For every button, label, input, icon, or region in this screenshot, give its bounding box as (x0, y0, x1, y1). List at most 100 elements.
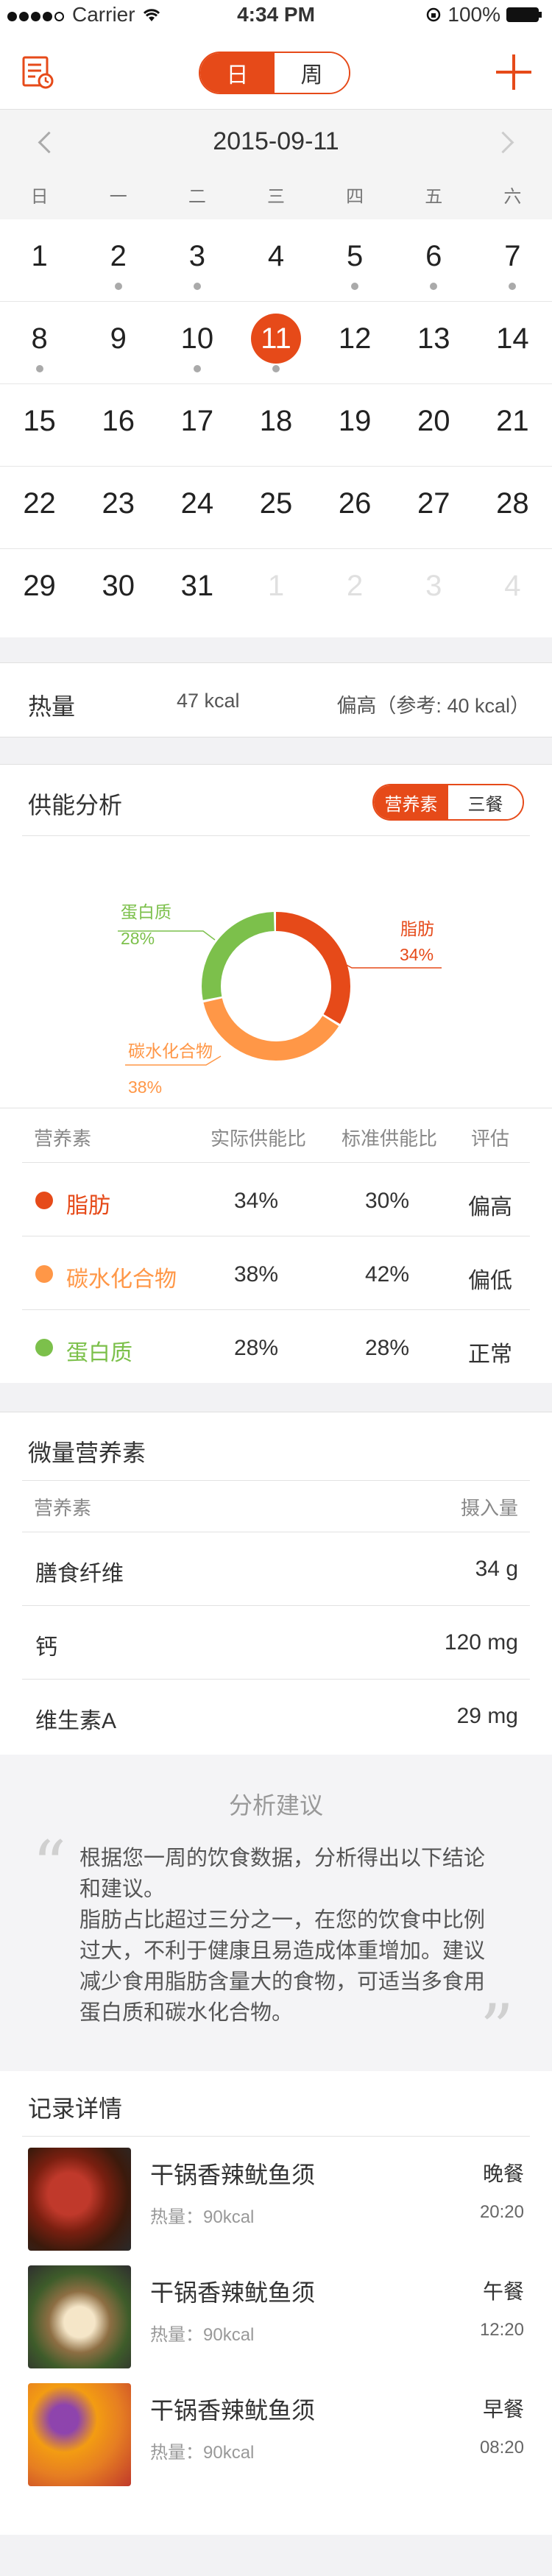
table-header: 标准供能比 (342, 1128, 438, 1150)
table-header: 摄入量 (460, 1497, 518, 1519)
calendar-day[interactable]: 5 (316, 219, 394, 301)
calendar-day[interactable]: 7 (473, 219, 552, 301)
calendar-day[interactable]: 28 (473, 467, 552, 548)
row-actual: 28% (234, 1336, 279, 1360)
calendar-day[interactable]: 23 (79, 467, 158, 548)
orientation-lock-icon (427, 7, 441, 22)
calorie-label: 热量 (28, 693, 76, 720)
record-item[interactable]: 干锅香辣鱿鱼须 热量：90kcal 午餐 12:20 (0, 2254, 552, 2371)
food-calorie: 热量：90kcal (150, 2325, 255, 2345)
day-number: 16 (102, 405, 135, 437)
day-number: 19 (338, 405, 372, 437)
divider (22, 1679, 530, 1680)
record-item[interactable]: 干锅香辣鱿鱼须 热量：90kcal 早餐 08:20 (0, 2371, 552, 2489)
calendar-day[interactable]: 15 (0, 384, 79, 466)
day-number: 20 (417, 405, 450, 437)
food-name: 干锅香辣鱿鱼须 (150, 2162, 316, 2188)
calendar-day[interactable]: 25 (236, 467, 315, 548)
date-navigator: 2015-09-11 (0, 109, 552, 176)
calendar-day[interactable]: 27 (394, 467, 473, 548)
calendar-day[interactable]: 10 (158, 302, 236, 383)
record-details: 记录详情 干锅香辣鱿鱼须 热量：90kcal 晚餐 20:20 干锅香辣鱿鱼须 … (0, 2071, 552, 2535)
nav-bar: 日 周 (0, 29, 552, 109)
slice-value: 28% (121, 929, 155, 948)
day-number: 28 (496, 487, 529, 520)
day-number: 4 (504, 570, 521, 602)
calendar-day[interactable]: 16 (79, 384, 158, 466)
row-eval: 偏低 (468, 1269, 512, 1293)
day-number: 4 (267, 240, 285, 272)
calendar-day[interactable]: 12 (316, 302, 394, 383)
table-header: 实际供能比 (210, 1128, 307, 1150)
protein-color-dot (35, 1339, 53, 1356)
weekday-label: 六 (503, 187, 522, 207)
table-header: 营养素 (34, 1128, 92, 1150)
slice-value: 38% (128, 1078, 162, 1097)
calendar-day[interactable]: 19 (316, 384, 394, 466)
calendar-day[interactable]: 24 (158, 467, 236, 548)
calendar-day[interactable]: 1 (0, 219, 79, 301)
tab-day[interactable]: 日 (200, 53, 275, 93)
calendar-day[interactable]: 31 (158, 549, 236, 637)
food-calorie: 热量：90kcal (150, 2443, 255, 2463)
record-list-icon[interactable] (22, 56, 54, 90)
calendar-day[interactable]: 9 (79, 302, 158, 383)
divider (22, 1162, 530, 1163)
open-quote-icon: “ (32, 1827, 67, 1904)
slice-label: 碳水化合物 (128, 1041, 213, 1061)
calendar-day[interactable]: 18 (236, 384, 315, 466)
calendar-day[interactable]: 20 (394, 384, 473, 466)
slice-label: 脂肪 (400, 919, 434, 938)
calendar-day[interactable]: 4 (236, 219, 315, 301)
calendar-day[interactable]: 26 (316, 467, 394, 548)
advice-line: 过大，不利于健康且易造成体重增加。建议 (79, 1939, 486, 1963)
day-number: 31 (180, 570, 214, 602)
plus-icon[interactable] (493, 52, 534, 93)
section-title: 记录详情 (28, 2095, 123, 2122)
calendar-day[interactable]: 29 (0, 549, 79, 637)
tab-meals[interactable]: 三餐 (448, 785, 523, 819)
day-number: 25 (259, 487, 293, 520)
advice-line: 蛋白质和碳水化合物。 (79, 2001, 294, 2025)
calendar-day[interactable]: 2 (79, 219, 158, 301)
micro-amount: 34 g (475, 1557, 518, 1581)
day-number: 5 (347, 240, 364, 272)
meal-type: 早餐 (482, 2398, 524, 2421)
tab-week[interactable]: 周 (275, 53, 349, 93)
divider (22, 1309, 530, 1310)
record-dot (193, 283, 201, 290)
food-calorie: 热量：90kcal (150, 2207, 255, 2227)
food-image (28, 2383, 131, 2486)
calendar-day-next-month: 2 (316, 549, 394, 637)
divider (22, 1605, 530, 1606)
day-number: 29 (23, 570, 56, 602)
micro-name: 膳食纤维 (35, 1562, 124, 1586)
calendar-day[interactable]: 17 (158, 384, 236, 466)
calorie-value: 47 kcal (177, 690, 240, 712)
food-name: 干锅香辣鱿鱼须 (150, 2279, 316, 2306)
record-item[interactable]: 干锅香辣鱿鱼须 热量：90kcal 晚餐 20:20 (0, 2136, 552, 2254)
calendar-day[interactable]: 30 (79, 549, 158, 637)
record-dot (35, 365, 43, 372)
calendar-day[interactable]: 22 (0, 467, 79, 548)
calendar-day-selected[interactable]: 11 (236, 302, 315, 383)
tab-nutrients[interactable]: 营养素 (374, 785, 448, 819)
day-number: 18 (259, 405, 293, 437)
calendar-week: 8 9 10 11 12 13 14 (0, 302, 552, 384)
day-number: 1 (267, 570, 285, 602)
calendar-day[interactable]: 6 (394, 219, 473, 301)
day-number: 8 (31, 322, 48, 355)
day-number: 2 (347, 570, 364, 602)
row-actual: 34% (234, 1189, 279, 1213)
fat-color-dot (35, 1192, 53, 1209)
calendar-day[interactable]: 8 (0, 302, 79, 383)
weekday-label: 三 (266, 187, 285, 207)
current-date: 2015-09-11 (213, 127, 339, 155)
calendar-day[interactable]: 13 (394, 302, 473, 383)
battery-icon (506, 7, 542, 22)
calendar-day[interactable]: 14 (473, 302, 552, 383)
calendar-day-next-month: 3 (394, 549, 473, 637)
calendar-day[interactable]: 3 (158, 219, 236, 301)
calendar-day[interactable]: 21 (473, 384, 552, 466)
row-nutrient-name: 蛋白质 (66, 1341, 132, 1365)
